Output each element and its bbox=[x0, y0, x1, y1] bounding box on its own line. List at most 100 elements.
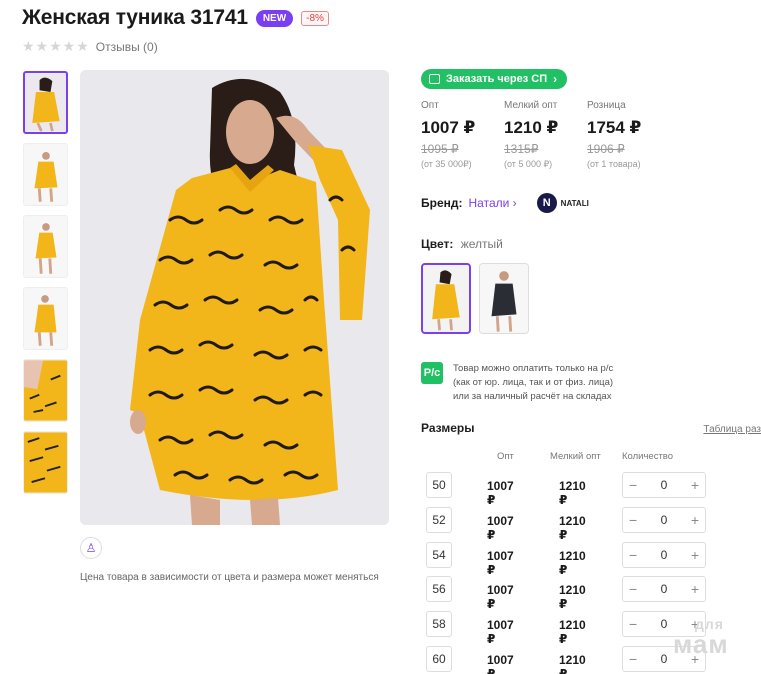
minus-button[interactable]: − bbox=[629, 616, 637, 632]
payment-line: (как от юр. лица, так и от физ. лица) bbox=[453, 377, 614, 388]
order-via-sp-label: Заказать через СП bbox=[446, 73, 548, 85]
thumbnail-3[interactable] bbox=[23, 215, 68, 278]
color-label: Цвет: bbox=[421, 237, 454, 251]
small-opt-price: 1210 ₽ bbox=[559, 513, 586, 542]
quantity-value[interactable]: 0 bbox=[661, 478, 668, 492]
shopping-bag-icon bbox=[429, 74, 440, 84]
watermark-logo: для мам bbox=[673, 617, 729, 657]
size-value: 58 bbox=[426, 611, 452, 638]
brand-logo[interactable]: N NATALI bbox=[536, 193, 589, 213]
size-value: 52 bbox=[426, 506, 452, 533]
brand-name: Натали bbox=[468, 196, 510, 210]
color-row: Цвет: желтый bbox=[421, 237, 503, 251]
minus-button[interactable]: − bbox=[629, 547, 637, 563]
quantity-value[interactable]: 0 bbox=[661, 652, 668, 666]
thumbnail-4[interactable] bbox=[23, 287, 68, 350]
opt-price: 1007 ₽ bbox=[487, 618, 514, 647]
small-opt-price: 1210 ₽ bbox=[559, 479, 586, 507]
color-value: желтый bbox=[460, 237, 503, 251]
swatch-yellow[interactable] bbox=[421, 263, 471, 334]
price-old: 1095 ₽ bbox=[421, 142, 459, 156]
opt-price: 1007 ₽ bbox=[487, 513, 514, 542]
opt-price: 1007 ₽ bbox=[487, 548, 514, 577]
swatch-dark[interactable] bbox=[479, 263, 529, 334]
quantity-stepper: − 0 + bbox=[622, 576, 706, 603]
brand-link[interactable]: Натали › bbox=[469, 196, 517, 210]
reviews-link[interactable]: Отзывы (0) bbox=[96, 40, 158, 54]
minus-button[interactable]: − bbox=[629, 581, 637, 597]
quantity-stepper: − 0 + bbox=[622, 472, 706, 498]
size-value: 50 bbox=[426, 472, 452, 498]
price-condition: (от 35 000₽) bbox=[421, 159, 472, 169]
plus-button[interactable]: + bbox=[691, 547, 699, 563]
thumbnail-2[interactable] bbox=[23, 143, 68, 206]
payment-line: Товар можно оплатить только на р/с bbox=[453, 363, 614, 374]
header-qty: Количество bbox=[622, 451, 674, 462]
small-opt-price: 1210 ₽ bbox=[559, 583, 586, 612]
price-condition: (от 5 000 ₽) bbox=[504, 159, 553, 169]
header-opt: Опт bbox=[497, 451, 514, 462]
small-opt-price: 1210 ₽ bbox=[559, 618, 586, 647]
quantity-stepper: − 0 + bbox=[622, 541, 706, 568]
plus-button[interactable]: + bbox=[691, 512, 699, 528]
size-value: 56 bbox=[426, 576, 452, 603]
order-via-sp-button[interactable]: Заказать через СП › bbox=[421, 69, 568, 89]
price-value: 1754 ₽ bbox=[587, 118, 642, 137]
price-old: 1315₽ bbox=[504, 142, 539, 156]
quantity-value[interactable]: 0 bbox=[661, 548, 668, 562]
color-swatches bbox=[421, 263, 529, 334]
thumbnail-1[interactable] bbox=[23, 71, 68, 134]
opt-price: 1007 ₽ bbox=[487, 479, 514, 507]
quantity-stepper: − 0 + bbox=[622, 506, 706, 533]
payment-note: P/c Товар можно оплатить только на р/с (… bbox=[421, 362, 653, 404]
rating-stars-icon[interactable]: ★★★★★ bbox=[22, 38, 90, 55]
price-note: Цена товара в зависимости от цвета и раз… bbox=[80, 572, 379, 583]
size-chart-icon[interactable]: ♙ bbox=[80, 537, 102, 559]
payment-note-text: Товар можно оплатить только на р/с (как … bbox=[453, 362, 653, 404]
thumbnail-6[interactable] bbox=[23, 431, 68, 494]
payment-line: или за наличный расчёт на складах bbox=[453, 391, 612, 402]
product-title: Женская туника 31741 bbox=[22, 6, 248, 29]
watermark-line: мам bbox=[673, 629, 729, 659]
brand-label: Бренд: bbox=[421, 196, 463, 210]
minus-button[interactable]: − bbox=[629, 477, 637, 493]
thumbnail-gallery bbox=[23, 71, 68, 494]
quantity-value[interactable]: 0 bbox=[661, 617, 668, 631]
brand-logo-icon: N bbox=[536, 193, 557, 213]
main-product-photo[interactable] bbox=[80, 70, 389, 525]
price-wholesale: Опт 1007 ₽ 1095 ₽ (от 35 000₽) bbox=[421, 100, 504, 170]
size-value: 54 bbox=[426, 541, 452, 568]
price-old: 1906 ₽ bbox=[587, 142, 625, 156]
opt-price: 1007 ₽ bbox=[487, 652, 514, 674]
price-value: 1210 ₽ bbox=[504, 118, 559, 137]
brand-row: Бренд: Натали › N NATALI bbox=[421, 193, 589, 213]
size-value: 60 bbox=[426, 645, 452, 672]
sizes-header: Размеры Таблица раз bbox=[421, 421, 761, 435]
opt-price: 1007 ₽ bbox=[487, 583, 514, 612]
rating-row: ★★★★★ Отзывы (0) bbox=[22, 38, 158, 55]
plus-button[interactable]: + bbox=[691, 477, 699, 493]
discount-badge: -8% bbox=[301, 10, 329, 26]
thumbnail-5[interactable] bbox=[23, 359, 68, 422]
price-label: Опт bbox=[421, 100, 439, 111]
bank-transfer-icon: P/c bbox=[421, 362, 443, 384]
price-label: Розница bbox=[587, 100, 626, 111]
price-value: 1007 ₽ bbox=[421, 118, 476, 137]
minus-button[interactable]: − bbox=[629, 651, 637, 667]
small-opt-price: 1210 ₽ bbox=[559, 652, 586, 674]
sizes-label: Размеры bbox=[421, 421, 475, 435]
minus-button[interactable]: − bbox=[629, 512, 637, 528]
plus-button[interactable]: + bbox=[691, 581, 699, 597]
chevron-right-icon: › bbox=[553, 72, 558, 86]
quantity-value[interactable]: 0 bbox=[661, 513, 668, 527]
price-condition: (от 1 товара) bbox=[587, 159, 641, 169]
price-label: Мелкий опт bbox=[504, 100, 558, 111]
header-small-opt: Мелкий опт bbox=[550, 451, 601, 462]
new-badge: NEW bbox=[255, 9, 294, 27]
brand-logo-text: NATALI bbox=[560, 198, 589, 208]
price-block: Опт 1007 ₽ 1095 ₽ (от 35 000₽) Мелкий оп… bbox=[421, 100, 670, 170]
quantity-value[interactable]: 0 bbox=[661, 582, 668, 596]
price-retail: Розница 1754 ₽ 1906 ₽ (от 1 товара) bbox=[587, 100, 670, 170]
size-table-link[interactable]: Таблица раз bbox=[703, 424, 761, 435]
price-small-wholesale: Мелкий опт 1210 ₽ 1315₽ (от 5 000 ₽) bbox=[504, 100, 587, 170]
